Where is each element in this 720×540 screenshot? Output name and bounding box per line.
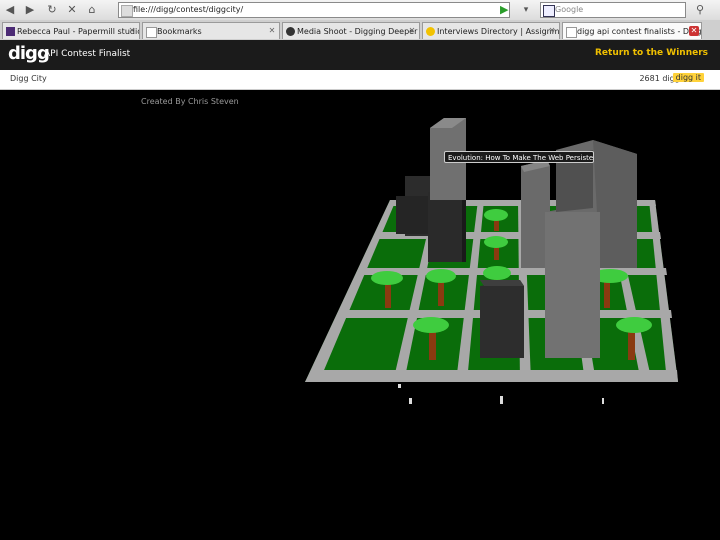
- digg-logo[interactable]: digg: [8, 43, 50, 64]
- tab-label: Rebecca Paul - Papermill studio: [17, 27, 140, 36]
- address-bar[interactable]: file:///digg/contest/diggcity/: [118, 2, 510, 18]
- tab-favicon-icon: [426, 27, 435, 36]
- tab-3[interactable]: Media Shoot - Digging Deeper - Food Digg…: [282, 22, 420, 39]
- tab-favicon-icon: [6, 27, 15, 36]
- search-go-icon[interactable]: ⚲: [692, 2, 708, 18]
- building-dark: [480, 280, 524, 358]
- tab-4[interactable]: Interviews Directory | Assignment Desk ✕: [422, 22, 560, 39]
- tab-label: Bookmarks: [157, 27, 202, 36]
- page-favicon-icon: [121, 5, 133, 17]
- digg-it-button[interactable]: digg it: [672, 73, 704, 82]
- close-tab-icon[interactable]: ✕: [689, 26, 699, 36]
- home-icon[interactable]: ⌂: [84, 2, 100, 18]
- tab-favicon-icon: [146, 27, 157, 38]
- digg-city-scene[interactable]: [0, 90, 720, 540]
- search-placeholder: Google: [555, 5, 584, 14]
- reload-icon[interactable]: ↻: [44, 2, 60, 18]
- tab-favicon-icon: [566, 27, 577, 38]
- tab-bar: Rebecca Paul - Papermill studio ✕ Bookma…: [0, 20, 720, 41]
- go-icon[interactable]: ▶: [500, 2, 514, 18]
- stop-icon[interactable]: ✕: [64, 2, 80, 18]
- return-to-winners-link[interactable]: Return to the Winners: [595, 48, 708, 58]
- scene-debris: [398, 384, 604, 404]
- close-tab-icon[interactable]: ✕: [267, 26, 277, 36]
- back-icon[interactable]: ◀: [2, 2, 18, 18]
- close-tab-icon[interactable]: ✕: [407, 26, 417, 36]
- app-info-bar: [0, 70, 720, 90]
- tab-5[interactable]: digg api contest finalists - Digg City ✕: [562, 22, 702, 39]
- forward-icon[interactable]: ▶: [22, 2, 38, 18]
- tab-label: digg api contest finalists - Digg City: [577, 27, 701, 36]
- story-tooltip: Evolution: How To Make The Web Persisten…: [444, 151, 594, 163]
- header-subtitle: API Contest Finalist: [44, 49, 131, 59]
- browser-toolbar: ◀ ▶ ↻ ✕ ⌂ file:///digg/contest/diggcity/…: [0, 0, 720, 21]
- app-name: Digg City: [10, 74, 47, 83]
- tab-1[interactable]: Rebecca Paul - Papermill studio ✕: [2, 22, 140, 39]
- dropdown-icon[interactable]: ▾: [518, 2, 534, 18]
- tab-2[interactable]: Bookmarks ✕: [142, 22, 280, 39]
- search-engine-icon[interactable]: [543, 5, 555, 17]
- url-text: file:///digg/contest/diggcity/: [133, 5, 244, 14]
- tab-favicon-icon: [286, 27, 295, 36]
- close-tab-icon[interactable]: ✕: [127, 26, 137, 36]
- tab-label: Interviews Directory | Assignment Desk: [437, 27, 560, 36]
- close-tab-icon[interactable]: ✕: [547, 26, 557, 36]
- search-input[interactable]: Google: [540, 2, 686, 18]
- tab-label: Media Shoot - Digging Deeper - Food Digg: [297, 27, 419, 36]
